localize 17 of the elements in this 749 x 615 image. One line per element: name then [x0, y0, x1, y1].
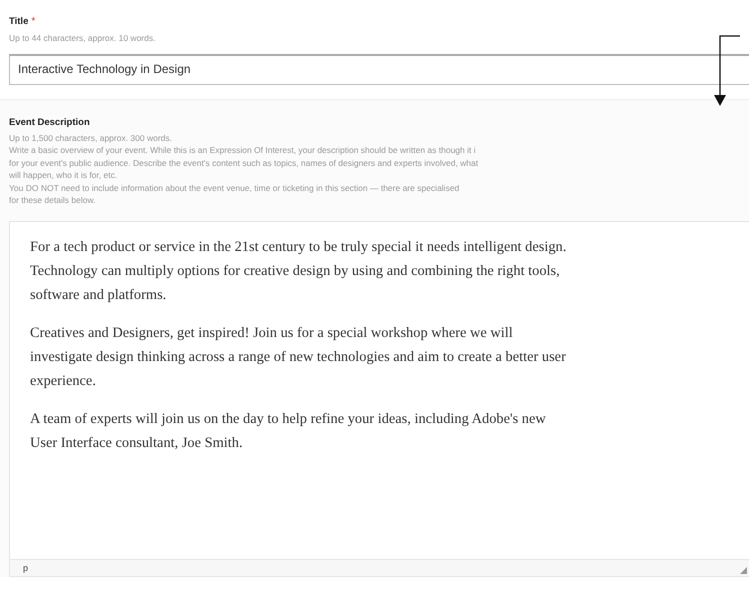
title-input[interactable]: Interactive Technology in Design [9, 54, 749, 85]
description-paragraph: Creatives and Designers, get inspired! Join us for a special workshop where we will investigate design thinking across a range of new technologies and aim to create a better user experience. [30, 324, 567, 392]
element-path: p [23, 563, 28, 574]
field-label: Event Description [9, 117, 91, 128]
field-hint: Up to 1,500 characters, approx. 300 words. [9, 132, 174, 144]
field-hint: Write a basic overview of your event. While this is an Expression Of Interest, your description should be written as though it i [9, 144, 477, 157]
field-label: Title [9, 16, 28, 27]
required-mark: * [31, 16, 36, 27]
description-paragraph: For a tech product or service in the 21st century to be truly special it needs intelligent design. Technology can multiply options for creative design by using and combining the right tools, software and platforms. [30, 238, 568, 306]
field-hint: Up to 44 characters, approx. 10 words. [9, 33, 156, 43]
description-editor[interactable] [9, 221, 749, 578]
field-hint: for your event's public audience. Describe the event's content such as topics, names of designers and experts involved, what [9, 156, 480, 170]
field-hint: will happen, who it is for, etc. [9, 169, 118, 182]
description-paragraph: A team of experts will join us on the day to help refine your ideas, including Adobe's new User Interface consultant, Joe Smith. [30, 410, 547, 454]
field-hint: You DO NOT need to include information about the event venue, time or ticketing in this section — there are specialised [9, 182, 460, 194]
resize-handle-icon[interactable] [740, 567, 747, 574]
field-hint: for these details below. [9, 194, 96, 206]
